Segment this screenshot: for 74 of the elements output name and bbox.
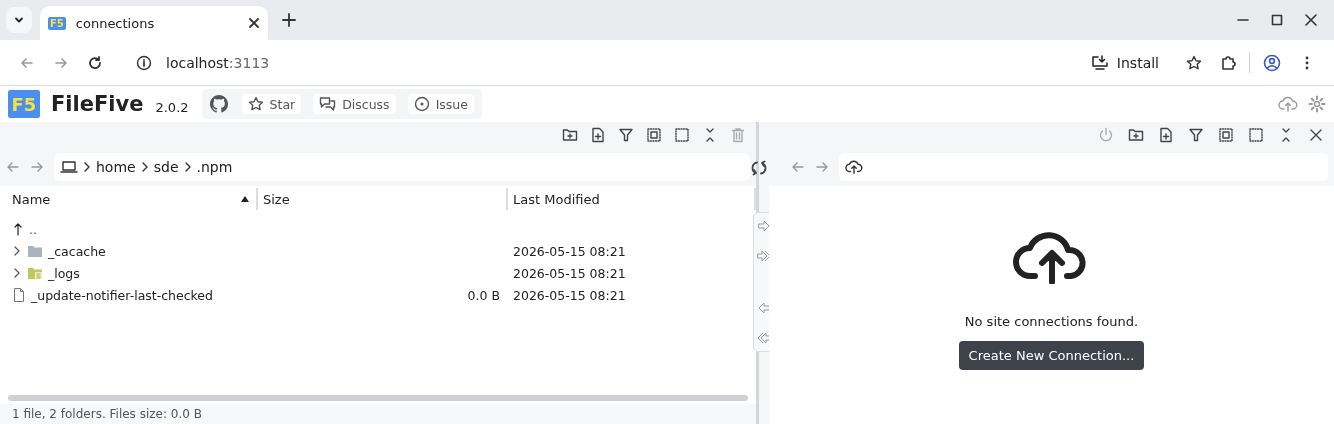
close-icon[interactable] [248, 17, 260, 29]
path-segment[interactable]: sde [153, 159, 179, 175]
install-button[interactable]: Install [1080, 48, 1169, 77]
file-icon [12, 287, 26, 303]
new-file-icon[interactable] [1158, 127, 1174, 143]
filter-icon[interactable] [618, 127, 634, 143]
app-logo: F5 [8, 90, 40, 118]
arrow-right-icon[interactable] [757, 219, 771, 233]
laptop-icon [60, 159, 78, 175]
maximize-icon[interactable] [1270, 13, 1284, 27]
back-icon[interactable] [791, 160, 805, 174]
path-field[interactable]: home sde .npm [54, 153, 750, 181]
new-folder-icon[interactable] [562, 127, 578, 143]
link-button[interactable]: Issue [407, 94, 474, 114]
folder-name[interactable]: _cacache [48, 243, 106, 259]
cloud-upload-icon [845, 159, 863, 175]
column-header[interactable]: Name [0, 188, 256, 210]
forward-icon[interactable] [30, 160, 44, 174]
profile-icon[interactable] [1263, 53, 1281, 72]
path-segment[interactable]: .npm [196, 159, 233, 175]
new-folder-icon[interactable] [1128, 127, 1144, 143]
column-header[interactable]: Size [256, 188, 506, 210]
star-icon [247, 96, 264, 112]
tab-list-button[interactable] [6, 7, 32, 33]
parent-folder-link[interactable]: .. [29, 221, 37, 237]
file-name[interactable]: _update-notifier-last-checked [31, 287, 213, 303]
empty-message: No site connections found. [964, 314, 1139, 329]
chevron-right-icon[interactable] [12, 245, 22, 257]
reload-icon[interactable] [87, 54, 103, 71]
tab-title: connections [75, 15, 156, 31]
extensions-icon[interactable] [1220, 54, 1236, 71]
create-connection-button[interactable]: Create New Connection... [958, 341, 1145, 370]
install-icon [1090, 54, 1109, 71]
deselect-icon[interactable] [674, 127, 690, 143]
sort-ascending-icon [240, 195, 250, 203]
sync-icon[interactable] [751, 160, 767, 176]
favicon: F5 [48, 16, 66, 30]
browser-tab[interactable]: F5 connections [40, 6, 268, 40]
double-arrow-right-icon[interactable] [757, 249, 771, 263]
arrow-left-icon[interactable] [757, 301, 771, 315]
link-button[interactable]: Star [241, 94, 302, 114]
issue-icon [413, 96, 430, 112]
app-name: FileFive [51, 92, 144, 116]
forward-icon[interactable] [815, 160, 829, 174]
github-icon[interactable] [209, 95, 228, 113]
chat-bubbles-icon [319, 96, 337, 112]
address-field[interactable]: localhost:3113 [122, 45, 1081, 80]
link-button[interactable]: Discuss [313, 94, 396, 114]
back-icon[interactable] [6, 160, 20, 174]
status-text: 1 file, 2 folders. Files size: 0.0 B [12, 407, 202, 421]
double-arrow-left-icon[interactable] [757, 331, 771, 345]
modified-date: 2026-05-15 08:21 [513, 265, 626, 281]
select-all-icon[interactable] [1218, 127, 1234, 143]
url-text: localhost:3113 [166, 54, 270, 71]
star-icon[interactable] [1186, 54, 1202, 71]
close-icon[interactable] [1304, 13, 1318, 27]
deselect-icon[interactable] [1248, 127, 1264, 143]
close-icon[interactable] [1308, 127, 1324, 143]
folder-name[interactable]: _logs [48, 265, 80, 281]
new-file-icon[interactable] [590, 127, 606, 143]
arrow-up-icon [12, 222, 24, 236]
cloud-upload-icon[interactable] [1278, 95, 1298, 113]
chevron-right-icon[interactable] [12, 267, 22, 279]
path-segment[interactable]: home [96, 159, 136, 175]
modified-date: 2026-05-15 08:21 [513, 243, 626, 259]
path-field[interactable] [839, 153, 1328, 181]
modified-date: 2026-05-15 08:21 [513, 287, 626, 303]
select-all-icon[interactable] [646, 127, 662, 143]
new-tab-icon[interactable] [282, 13, 296, 27]
app-version: 2.0.2 [155, 99, 189, 115]
file-size: 0.0 B [467, 287, 500, 303]
filter-icon[interactable] [1188, 127, 1204, 143]
info-icon[interactable] [136, 54, 152, 71]
chevron-right-icon [82, 161, 92, 173]
